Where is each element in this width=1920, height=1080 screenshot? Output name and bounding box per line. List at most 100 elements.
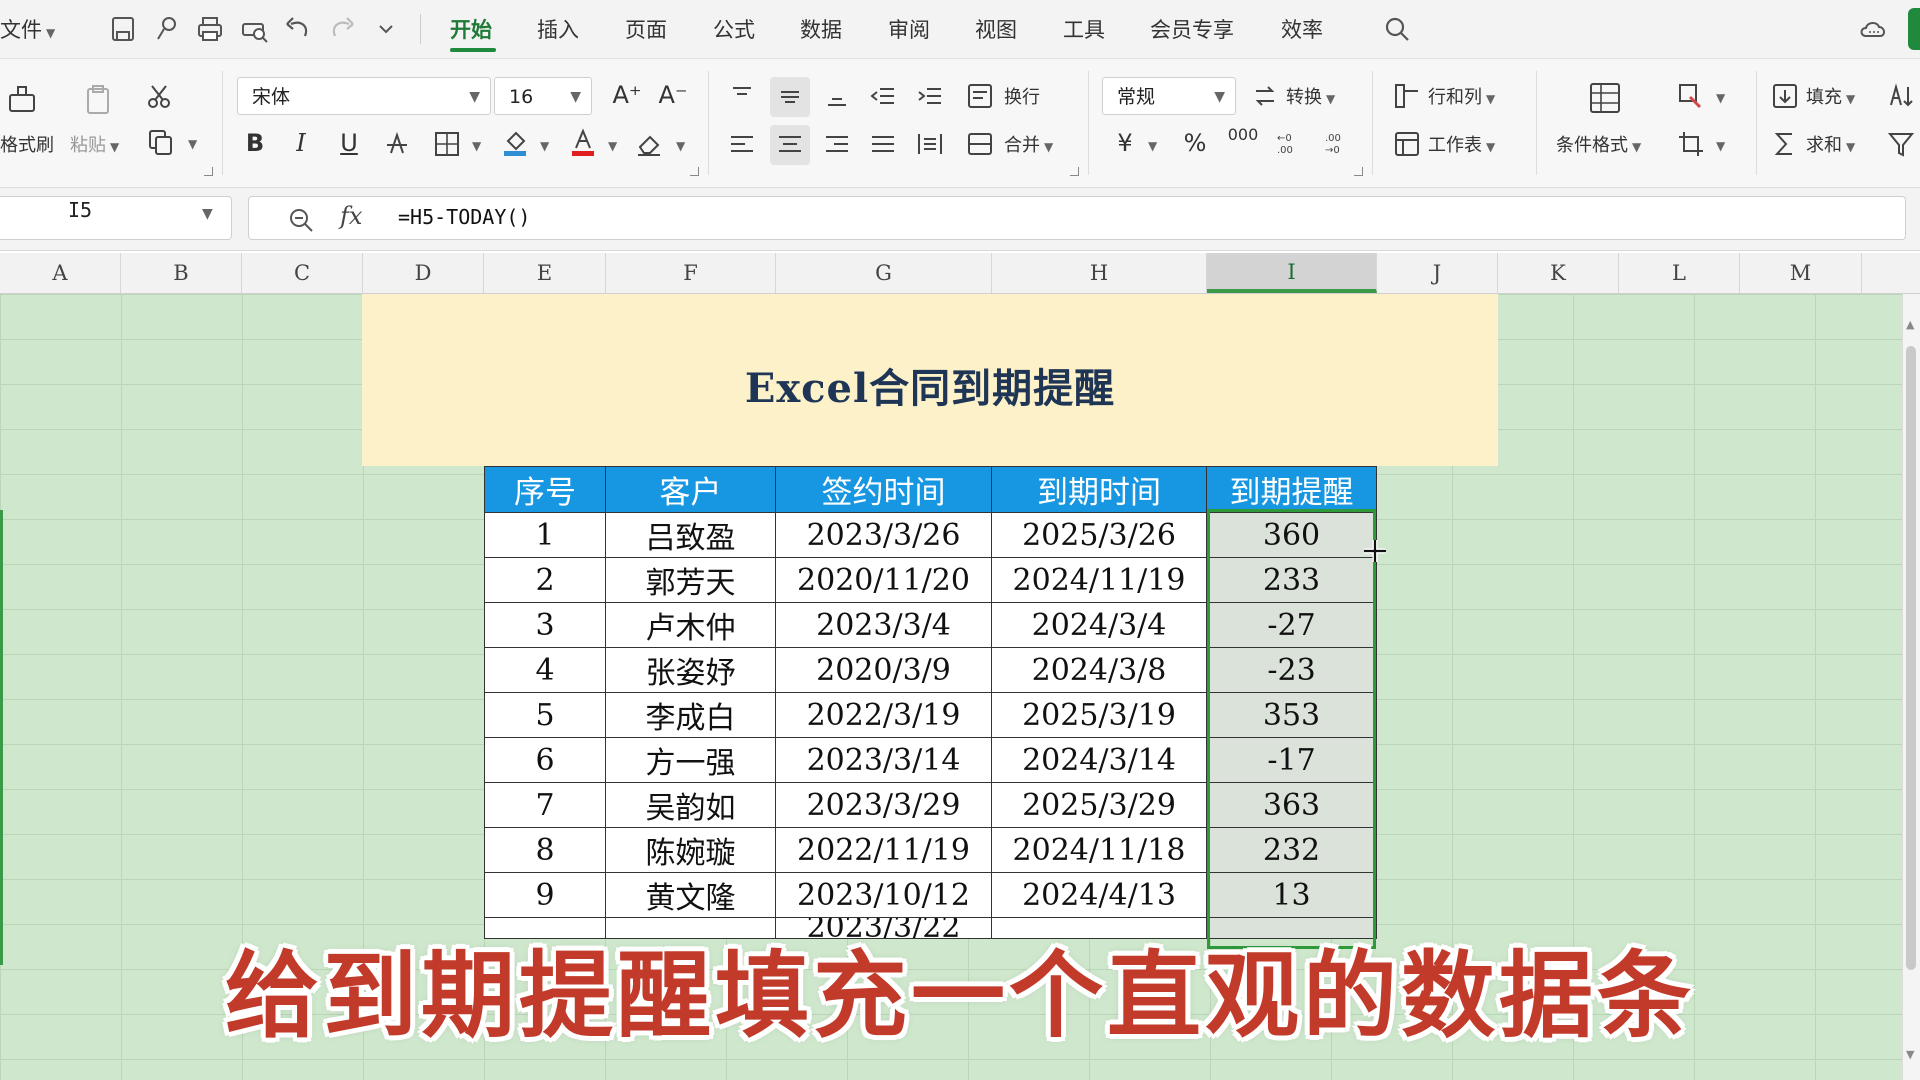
eraser-icon[interactable] bbox=[634, 129, 664, 159]
file-menu[interactable]: 文件 ▼ bbox=[0, 14, 55, 44]
increase-font-icon[interactable]: A⁺ bbox=[610, 81, 644, 109]
decrease-indent-icon[interactable] bbox=[868, 81, 898, 111]
sign-date-cell[interactable]: 2023/3/4 bbox=[775, 602, 992, 648]
clear-dropdown-caret[interactable]: ▼ bbox=[676, 139, 685, 153]
sign-date-cell[interactable]: 2023/3/14 bbox=[775, 737, 992, 783]
worksheet-button[interactable]: 工作表 ▼ bbox=[1428, 131, 1495, 157]
customer-cell[interactable]: 李成白 bbox=[605, 692, 776, 738]
green-edge-button[interactable] bbox=[1908, 8, 1920, 50]
tab-member[interactable]: 会员专享 bbox=[1150, 14, 1234, 44]
reminder-cell[interactable]: 232 bbox=[1206, 827, 1377, 873]
expire-date-cell[interactable]: 2025/3/19 bbox=[991, 692, 1207, 738]
reminder-cell[interactable]: 13 bbox=[1206, 872, 1377, 918]
copy-dropdown-caret[interactable]: ▼ bbox=[188, 137, 197, 151]
save-icon[interactable] bbox=[106, 12, 140, 46]
print-icon[interactable] bbox=[193, 12, 227, 46]
font-color-icon[interactable] bbox=[568, 127, 598, 157]
fx-icon[interactable]: fx bbox=[340, 202, 362, 230]
index-cell[interactable]: 4 bbox=[484, 647, 606, 693]
expire-date-cell[interactable]: 2024/11/18 bbox=[991, 827, 1207, 873]
index-cell[interactable]: 8 bbox=[484, 827, 606, 873]
cell-style-icon[interactable] bbox=[1676, 81, 1706, 111]
scissors-icon[interactable] bbox=[144, 81, 174, 111]
sign-date-cell[interactable]: 2022/11/19 bbox=[775, 827, 992, 873]
column-header-k[interactable]: K bbox=[1498, 253, 1619, 293]
column-header-j[interactable]: J bbox=[1377, 253, 1498, 293]
reminder-cell[interactable]: -27 bbox=[1206, 602, 1377, 648]
sum-button[interactable]: 求和 ▼ bbox=[1806, 131, 1855, 157]
reminder-cell[interactable]: 363 bbox=[1206, 782, 1377, 828]
column-header-e[interactable]: E bbox=[484, 253, 606, 293]
cell-style-dropdown-caret[interactable]: ▼ bbox=[1716, 91, 1725, 105]
wrap-text-icon[interactable] bbox=[965, 81, 995, 111]
scroll-up-icon[interactable]: ▲ bbox=[1906, 318, 1914, 331]
italic-button[interactable]: I bbox=[284, 129, 318, 157]
tab-efficiency[interactable]: 效率 bbox=[1281, 14, 1323, 44]
index-cell[interactable]: 1 bbox=[484, 512, 606, 558]
format-painter-label[interactable]: 格式刷 bbox=[0, 131, 54, 157]
tab-home[interactable]: 开始 bbox=[450, 14, 492, 44]
paste-label[interactable]: 粘贴 ▼ bbox=[70, 131, 119, 157]
header-sign-date[interactable]: 签约时间 bbox=[775, 466, 992, 513]
paste-icon[interactable] bbox=[80, 81, 116, 117]
sign-date-cell[interactable]: 2023/3/26 bbox=[775, 512, 992, 558]
cloud-icon[interactable] bbox=[1856, 12, 1890, 46]
distributed-align-icon[interactable] bbox=[915, 129, 945, 159]
reminder-cell[interactable]: 233 bbox=[1206, 557, 1377, 603]
align-left-icon[interactable] bbox=[727, 129, 757, 159]
fill-icon[interactable] bbox=[1770, 81, 1800, 111]
number-format-select[interactable]: 常规 ▼ bbox=[1102, 77, 1236, 115]
customer-cell[interactable]: 陈婉璇 bbox=[605, 827, 776, 873]
align-top-icon[interactable] bbox=[727, 81, 757, 111]
index-cell[interactable]: 5 bbox=[484, 692, 606, 738]
sign-date-cell[interactable]: 2023/10/12 bbox=[775, 872, 992, 918]
zoom-formula-icon[interactable] bbox=[286, 205, 316, 235]
font-color-dropdown-caret[interactable]: ▼ bbox=[608, 139, 617, 153]
chevron-down-icon[interactable] bbox=[369, 12, 403, 46]
tab-view[interactable]: 视图 bbox=[975, 14, 1017, 44]
tab-data[interactable]: 数据 bbox=[800, 14, 842, 44]
undo-icon[interactable] bbox=[281, 12, 315, 46]
index-cell[interactable]: 7 bbox=[484, 782, 606, 828]
rows-columns-button[interactable]: 行和列 ▼ bbox=[1428, 83, 1495, 109]
name-box-dropdown-caret[interactable]: ▼ bbox=[202, 206, 213, 222]
fill-button[interactable]: 填充 ▼ bbox=[1806, 83, 1855, 109]
expire-date-cell[interactable]: 2024/4/13 bbox=[991, 872, 1207, 918]
customer-cell[interactable]: 黄文隆 bbox=[605, 872, 776, 918]
tab-formula[interactable]: 公式 bbox=[713, 14, 755, 44]
wrap-text-button[interactable]: 换行 bbox=[1004, 83, 1040, 109]
expire-date-cell[interactable]: 2024/3/14 bbox=[991, 737, 1207, 783]
column-header-l[interactable]: L bbox=[1619, 253, 1740, 293]
tab-page[interactable]: 页面 bbox=[625, 14, 667, 44]
reminder-cell[interactable]: 360 bbox=[1206, 512, 1377, 558]
column-header-g[interactable]: G bbox=[776, 253, 992, 293]
column-header-h[interactable]: H bbox=[992, 253, 1207, 293]
conditional-format-button[interactable]: 条件格式 ▼ bbox=[1556, 131, 1641, 157]
increase-decimal-icon[interactable]: ←0.00 bbox=[1274, 127, 1304, 157]
convert-icon[interactable] bbox=[1250, 81, 1280, 111]
decrease-decimal-icon[interactable]: .00→0 bbox=[1322, 127, 1352, 157]
column-header-i[interactable]: I bbox=[1207, 253, 1377, 293]
name-box[interactable] bbox=[0, 196, 232, 240]
sign-date-cell[interactable]: 2023/3/29 bbox=[775, 782, 992, 828]
index-cell[interactable]: 3 bbox=[484, 602, 606, 648]
clipboard-dialog-launcher[interactable] bbox=[204, 167, 213, 176]
crop-dropdown-caret[interactable]: ▼ bbox=[1716, 139, 1725, 153]
bold-button[interactable]: B bbox=[238, 129, 272, 157]
scrollbar-thumb[interactable] bbox=[1906, 346, 1916, 970]
index-cell[interactable]: 9 bbox=[484, 872, 606, 918]
decrease-font-icon[interactable]: A⁻ bbox=[656, 81, 690, 109]
column-header-b[interactable]: B bbox=[121, 253, 242, 293]
pin-icon[interactable] bbox=[150, 12, 184, 46]
increase-indent-icon[interactable] bbox=[915, 81, 945, 111]
sign-date-cell[interactable]: 2020/11/20 bbox=[775, 557, 992, 603]
column-header-d[interactable]: D bbox=[363, 253, 484, 293]
border-dropdown-caret[interactable]: ▼ bbox=[472, 139, 481, 153]
align-middle-icon[interactable] bbox=[775, 81, 805, 111]
column-header-f[interactable]: F bbox=[606, 253, 776, 293]
header-reminder[interactable]: 到期提醒 bbox=[1206, 466, 1377, 513]
copy-icon[interactable] bbox=[146, 127, 176, 157]
percent-format-button[interactable]: % bbox=[1178, 129, 1212, 157]
column-header-m[interactable]: M bbox=[1740, 253, 1862, 293]
customer-cell[interactable]: 方一强 bbox=[605, 737, 776, 783]
